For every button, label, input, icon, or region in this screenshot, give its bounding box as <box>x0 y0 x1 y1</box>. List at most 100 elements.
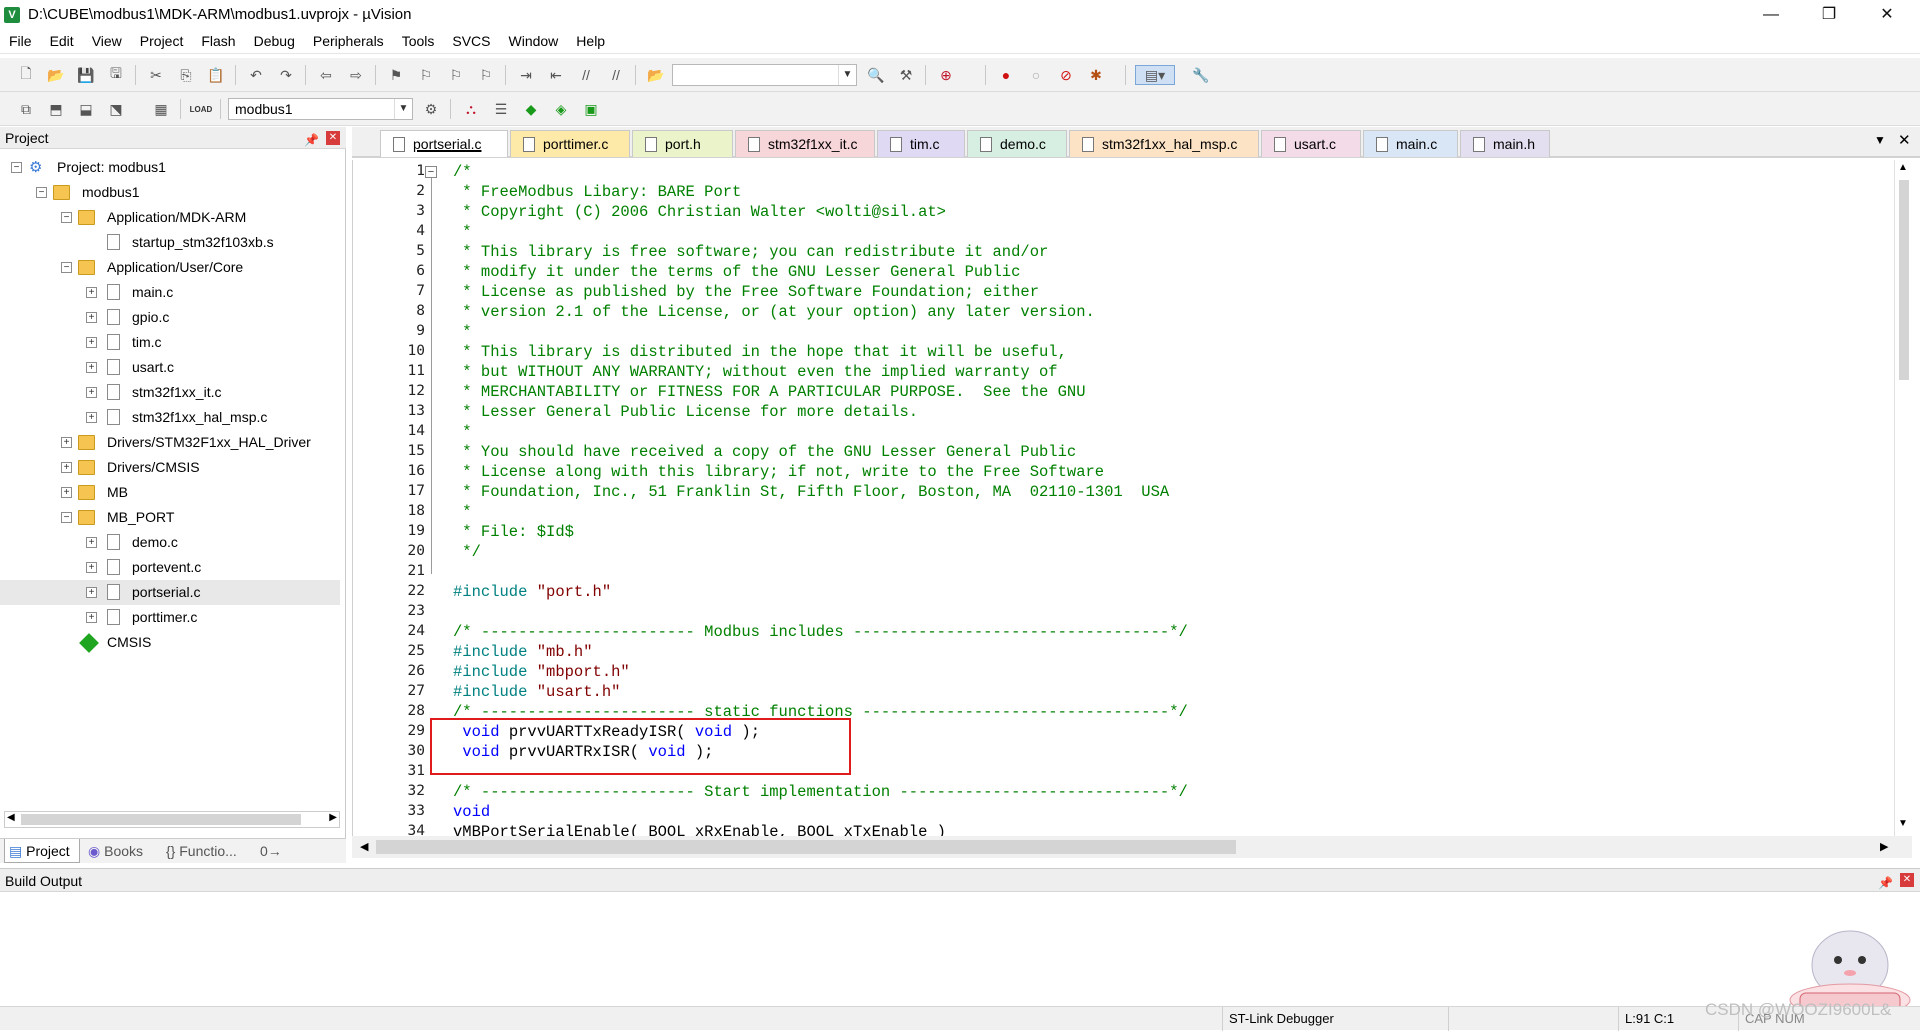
tree-file[interactable]: + stm32f1xx_it.c <box>0 380 340 405</box>
code-line[interactable]: * Copyright (C) 2006 Christian Walter <w… <box>453 203 946 221</box>
file-tab[interactable]: demo.c <box>967 130 1067 157</box>
scroll-thumb[interactable] <box>1899 180 1909 380</box>
expand-icon[interactable]: + <box>86 287 97 298</box>
nav-back-icon[interactable]: ⇦ <box>315 65 337 85</box>
translate-icon[interactable]: ⧉ <box>15 99 37 119</box>
rebuild-icon[interactable]: ⬓ <box>75 99 97 119</box>
scroll-left-icon[interactable]: ◀ <box>360 840 368 853</box>
save-icon[interactable]: 💾 <box>75 65 97 85</box>
tree-file[interactable]: + porttimer.c <box>0 605 340 630</box>
tree-file[interactable]: + usart.c <box>0 355 340 380</box>
tree-file[interactable]: startup_stm32f103xb.s <box>0 230 340 255</box>
tree-group[interactable]: − Application/User/Core <box>0 255 340 280</box>
batch-build-icon[interactable]: ⬔ <box>105 99 127 119</box>
nav-forward-icon[interactable]: ⇨ <box>345 65 367 85</box>
file-tab[interactable]: main.c <box>1363 130 1458 157</box>
manage-runtime-icon[interactable]: ◆ <box>520 99 542 119</box>
new-file-icon[interactable]: 🗋 <box>15 65 37 85</box>
menu-help[interactable]: Help <box>567 29 614 54</box>
scroll-right-icon[interactable]: ▶ <box>329 812 337 823</box>
code-line[interactable]: * License along with this library; if no… <box>453 463 1104 481</box>
select-packs-icon[interactable]: ◈ <box>550 99 572 119</box>
configure-tools-icon[interactable]: 🔧 <box>1190 65 1212 85</box>
menu-project[interactable]: Project <box>131 29 193 54</box>
find-icon[interactable]: 🔍 <box>865 65 887 85</box>
editor-vscrollbar[interactable]: ▲ ▼ <box>1894 160 1912 836</box>
collapse-icon[interactable]: − <box>61 512 72 523</box>
unindent-icon[interactable]: ⇤ <box>545 65 567 85</box>
next-bookmark-icon[interactable]: ⚐ <box>445 65 467 85</box>
expand-icon[interactable]: + <box>86 612 97 623</box>
code-line[interactable]: vMBPortSerialEnable( BOOL xRxEnable, BOO… <box>453 823 946 836</box>
code-line[interactable]: * FreeModbus Libary: BARE Port <box>453 183 741 201</box>
file-tab[interactable]: port.h <box>632 130 733 157</box>
code-line[interactable]: * File: $Id$ <box>453 523 574 541</box>
tree-group[interactable]: − MB_PORT <box>0 505 340 530</box>
chevron-down-icon[interactable]: ▼ <box>838 65 856 85</box>
code-line[interactable]: * License as published by the Free Softw… <box>453 283 1039 301</box>
build-output-body[interactable] <box>0 892 1920 1012</box>
build-icon[interactable]: ⬒ <box>45 99 67 119</box>
file-tab[interactable]: usart.c <box>1261 130 1361 157</box>
code-line[interactable]: * MERCHANTABILITY or FITNESS FOR A PARTI… <box>453 383 1085 401</box>
tree-group[interactable]: + Drivers/STM32F1xx_HAL_Driver <box>0 430 340 455</box>
scroll-up-icon[interactable]: ▲ <box>1898 162 1908 173</box>
collapse-icon[interactable]: − <box>61 212 72 223</box>
expand-icon[interactable]: + <box>61 487 72 498</box>
collapse-icon[interactable]: − <box>36 187 47 198</box>
code-line[interactable]: * This library is distributed in the hop… <box>453 343 1067 361</box>
menu-file[interactable]: File <box>0 29 41 54</box>
code-line[interactable]: #include "port.h" <box>453 583 611 601</box>
fold-collapse-icon[interactable]: − <box>425 166 437 178</box>
kill-breakpoints-icon[interactable]: ✱ <box>1085 65 1107 85</box>
save-all-icon[interactable]: 🖫 <box>105 65 127 85</box>
code-line[interactable]: void <box>453 803 490 821</box>
undo-icon[interactable]: ↶ <box>245 65 267 85</box>
code-line[interactable]: #include "mb.h" <box>453 643 593 661</box>
window-layout-icon[interactable]: ▤▾ <box>1135 65 1175 85</box>
expand-icon[interactable]: + <box>86 362 97 373</box>
editor-hscrollbar[interactable]: ◀ ▶ <box>352 836 1912 858</box>
code-line[interactable]: * You should have received a copy of the… <box>453 443 1076 461</box>
minimize-button[interactable]: — <box>1742 0 1800 29</box>
file-tab[interactable]: portserial.c <box>380 130 508 157</box>
expand-icon[interactable]: + <box>86 587 97 598</box>
expand-icon[interactable]: + <box>61 437 72 448</box>
code-line[interactable]: #include "usart.h" <box>453 683 620 701</box>
code-line[interactable]: * version 2.1 of the License, or (at you… <box>453 303 1095 321</box>
file-tab[interactable]: main.h <box>1460 130 1550 157</box>
tab-project[interactable]: ▤ Project <box>4 839 80 863</box>
open-file-icon[interactable]: 📂 <box>45 65 67 85</box>
manage-project-items-icon[interactable]: ⛬ <box>460 99 482 119</box>
project-hscrollbar[interactable]: ◀ ▶ <box>4 811 340 828</box>
find-combo[interactable]: ▼ <box>672 64 857 86</box>
close-icon[interactable]: ✕ <box>1898 131 1911 149</box>
code-line[interactable]: /* ----------------------- Start impleme… <box>453 783 1188 801</box>
tab-templates[interactable]: 0→ Templat... <box>256 839 344 883</box>
tab-functions[interactable]: {} Functio... <box>162 839 254 863</box>
scroll-right-icon[interactable]: ▶ <box>1880 840 1888 853</box>
clear-bookmarks-icon[interactable]: ⚐ <box>475 65 497 85</box>
close-icon[interactable]: ✕ <box>326 131 340 145</box>
code-line[interactable]: * Foundation, Inc., 51 Franklin St, Fift… <box>453 483 1169 501</box>
collapse-icon[interactable]: − <box>11 162 22 173</box>
expand-icon[interactable]: + <box>86 412 97 423</box>
copy-icon[interactable]: ⎘ <box>175 65 197 85</box>
tree-group[interactable]: + MB <box>0 480 340 505</box>
file-tab[interactable]: porttimer.c <box>510 130 630 157</box>
menu-svcs[interactable]: SVCS <box>443 29 499 54</box>
prev-bookmark-icon[interactable]: ⚐ <box>415 65 437 85</box>
disable-breakpoint-icon[interactable]: ○ <box>1025 65 1047 85</box>
cut-icon[interactable]: ✂ <box>145 65 167 85</box>
code-line[interactable]: /* ----------------------- Modbus includ… <box>453 623 1188 641</box>
tree-group[interactable]: − Application/MDK-ARM <box>0 205 340 230</box>
tree-target[interactable]: − modbus1 <box>0 180 340 205</box>
menu-peripherals[interactable]: Peripherals <box>304 29 393 54</box>
expand-icon[interactable]: + <box>86 537 97 548</box>
pin-icon[interactable]: 📌 <box>304 129 319 151</box>
target-select[interactable]: modbus1 ▼ <box>228 98 413 120</box>
file-tab[interactable]: stm32f1xx_hal_msp.c <box>1069 130 1259 157</box>
code-line[interactable]: * Lesser General Public License for more… <box>453 403 918 421</box>
code-line[interactable]: * <box>453 223 471 241</box>
close-button[interactable]: ✕ <box>1858 0 1916 29</box>
